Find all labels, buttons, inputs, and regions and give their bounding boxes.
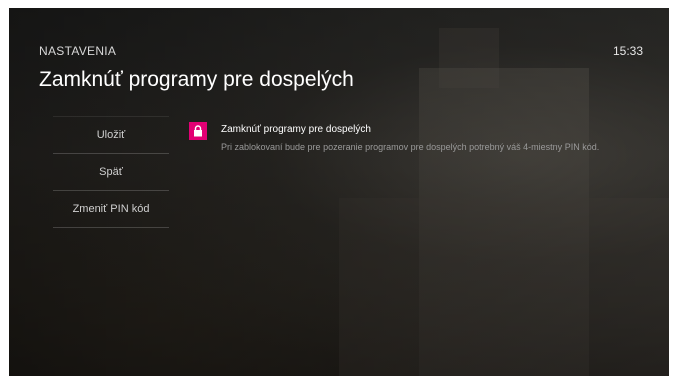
page-title: Zamknúť programy pre dospelých (39, 68, 354, 91)
save-button[interactable]: Uložiť (53, 116, 169, 154)
action-menu: Uložiť Späť Zmeniť PIN kód (53, 116, 169, 228)
setting-title: Zamknúť programy pre dospelých (221, 124, 371, 135)
back-button[interactable]: Späť (53, 154, 169, 191)
setting-description: Pri zablokovaní bude pre pozeranie progr… (221, 142, 600, 152)
tv-screen: NASTAVENIA 15:33 Zamknúť programy pre do… (9, 8, 669, 376)
section-label: NASTAVENIA (39, 44, 117, 58)
clock: 15:33 (612, 44, 643, 58)
lock-icon[interactable] (189, 122, 207, 140)
change-pin-button[interactable]: Zmeniť PIN kód (53, 191, 169, 228)
